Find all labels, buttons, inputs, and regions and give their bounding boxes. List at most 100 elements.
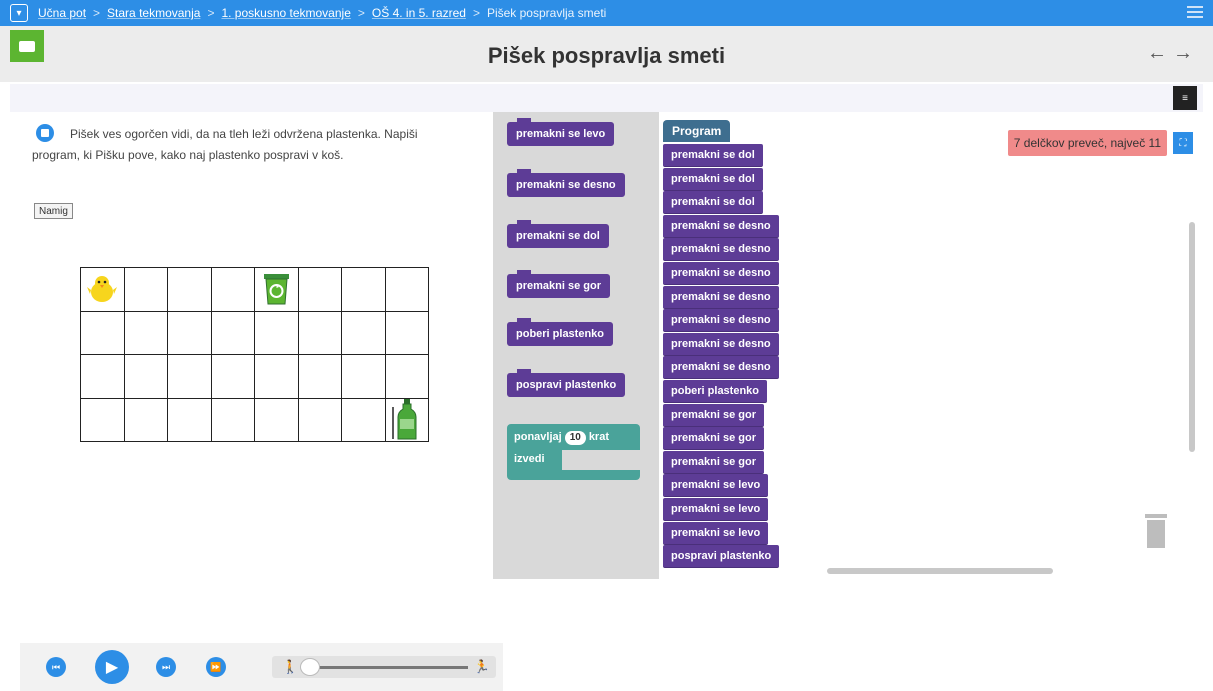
- grid-cell: [211, 311, 255, 355]
- grid-cell: [342, 268, 386, 312]
- hamburger-menu-icon[interactable]: [1187, 6, 1203, 20]
- player-controls: ⏮ ▶ ⏭ ⏩ 🚶 🏃: [20, 643, 503, 691]
- slow-walk-icon: 🚶: [282, 659, 299, 674]
- title-bar: Pišek pospravlja smeti ←→: [0, 26, 1213, 82]
- repeat-do-label: izvedi: [507, 450, 562, 470]
- grid-cell: [211, 355, 255, 399]
- grid-cell: [81, 311, 125, 355]
- grid-cell: [255, 268, 299, 312]
- program-step-block[interactable]: premakni se desno: [663, 356, 779, 380]
- grid-cell: [81, 268, 125, 312]
- program-step-block[interactable]: premakni se desno: [663, 332, 779, 356]
- chevron-down-icon[interactable]: ▾: [10, 4, 28, 22]
- block-counter-badge: 7 delčkov preveč, največ 11: [1007, 130, 1167, 156]
- grid-cell: [124, 311, 168, 355]
- breadcrumb-bar: ▾ Učna pot > Stara tekmovanja > 1. posku…: [0, 0, 1213, 26]
- repeat-times-label: krat: [588, 431, 609, 443]
- plastic-bottle-icon: [391, 398, 416, 439]
- task-panel: Pišek ves ogorčen vidi, da na tleh leži …: [10, 112, 503, 691]
- program-step-block[interactable]: pospravi plastenko: [663, 545, 780, 569]
- grid-cell: [385, 268, 429, 312]
- grid-cell: [168, 398, 212, 442]
- repeat-label: ponavljaj: [514, 431, 562, 443]
- speed-slider[interactable]: 🚶 🏃: [272, 656, 496, 678]
- step-icon[interactable]: ⏭: [156, 657, 176, 677]
- breadcrumb-item-razred[interactable]: OŠ 4. in 5. razred: [372, 6, 466, 20]
- speed-knob[interactable]: [300, 658, 320, 676]
- toolbox-block-move-up[interactable]: premakni se gor: [507, 270, 610, 298]
- grid-cell: [168, 311, 212, 355]
- program-step-block[interactable]: premakni se dol: [663, 144, 763, 167]
- breadcrumb-separator: >: [472, 6, 480, 20]
- toolbox-block-move-right[interactable]: premakni se desno: [507, 169, 625, 197]
- page-title: Pišek pospravlja smeti: [487, 43, 726, 68]
- repeat-header: ponavljaj 10 krat: [507, 424, 640, 450]
- grid-cell: [298, 355, 342, 399]
- program-block[interactable]: Program: [663, 120, 731, 142]
- grid-cell: [124, 268, 168, 312]
- grid-cell: [298, 311, 342, 355]
- program-step-block[interactable]: poberi plastenko: [663, 380, 768, 403]
- grid-cell: [168, 268, 212, 312]
- toolbox-block-pick-bottle[interactable]: poberi plastenko: [507, 318, 614, 346]
- fast-forward-icon[interactable]: ⏩: [206, 657, 226, 677]
- program-step-block[interactable]: premakni se desno: [663, 285, 779, 309]
- grid-cell: [298, 398, 342, 442]
- recycle-bin-icon: [264, 274, 289, 305]
- program-step-block[interactable]: premakni se dol: [663, 167, 763, 191]
- toolbox-block-move-down[interactable]: premakni se dol: [507, 220, 609, 248]
- block-toolbox: premakni se levo premakni se desno prema…: [493, 112, 659, 579]
- breadcrumb-item-poskusno-tekmovanje[interactable]: 1. poskusno tekmovanje: [221, 6, 350, 20]
- toolbox-block-repeat[interactable]: ponavljaj 10 krat izvedi: [507, 424, 640, 480]
- grid-cell: [211, 398, 255, 442]
- grid-cell: [342, 355, 386, 399]
- grid-cell: [211, 268, 255, 312]
- grid-cell: [168, 355, 212, 399]
- toolbar-strip: ≡: [10, 84, 1203, 112]
- repeat-count-input[interactable]: 10: [564, 431, 586, 445]
- grid-cell: [124, 355, 168, 399]
- toolbox-block-put-bottle[interactable]: pospravi plastenko: [507, 369, 626, 397]
- grid-cell: [124, 398, 168, 442]
- grid-cell: [255, 355, 299, 399]
- game-grid: [80, 267, 429, 442]
- program-step-block[interactable]: premakni se desno: [663, 238, 779, 262]
- breadcrumb-item-ucna-pot[interactable]: Učna pot: [38, 6, 86, 20]
- grid-cell: [342, 311, 386, 355]
- program-step-block[interactable]: premakni se dol: [663, 191, 763, 215]
- fullscreen-icon[interactable]: ⛶: [1173, 132, 1193, 154]
- back-arrow-icon[interactable]: ←: [1147, 42, 1173, 64]
- grid-cell: [255, 311, 299, 355]
- toolbox-block-move-left[interactable]: premakni se levo: [507, 118, 615, 146]
- forward-arrow-icon[interactable]: →: [1173, 42, 1199, 64]
- trash-icon[interactable]: [1145, 514, 1167, 548]
- vertical-scrollbar[interactable]: [1189, 222, 1195, 452]
- program-workspace: Program premakni se dol premakni se dol pr…: [659, 112, 1203, 579]
- grid-cell: [385, 398, 429, 442]
- grid-cell: [385, 355, 429, 399]
- nav-arrows: ←→: [1147, 42, 1199, 65]
- program-step-block[interactable]: premakni se gor: [663, 450, 764, 474]
- program-step-block[interactable]: premakni se levo: [663, 474, 769, 498]
- breadcrumb-separator: >: [357, 6, 365, 20]
- chick-icon: [87, 276, 117, 302]
- grid-cell: [342, 398, 386, 442]
- program-step-block[interactable]: premakni se levo: [663, 498, 769, 521]
- task-description: Pišek ves ogorčen vidi, da na tleh leži …: [32, 127, 418, 162]
- grid-cell: [385, 311, 429, 355]
- program-step-block[interactable]: premakni se desno: [663, 262, 779, 285]
- menu-icon[interactable]: ≡: [1173, 86, 1197, 110]
- grid-cell: [255, 398, 299, 442]
- play-icon[interactable]: ▶: [95, 650, 129, 684]
- hint-button[interactable]: Namig: [34, 203, 73, 219]
- program-step-block[interactable]: premakni se gor: [663, 427, 764, 451]
- program-step-block[interactable]: premakni se gor: [663, 403, 764, 427]
- breadcrumb-item-stara-tekmovanja[interactable]: Stara tekmovanja: [107, 6, 200, 20]
- rewind-icon[interactable]: ⏮: [46, 657, 66, 677]
- program-step-block[interactable]: premakni se levo: [663, 521, 769, 545]
- breadcrumb-item-current: Pišek pospravlja smeti: [486, 6, 607, 20]
- program-step-block[interactable]: premakni se desno: [663, 309, 779, 333]
- grid-cell: [81, 398, 125, 442]
- horizontal-scrollbar[interactable]: [827, 568, 1053, 574]
- program-step-block[interactable]: premakni se desno: [663, 214, 779, 238]
